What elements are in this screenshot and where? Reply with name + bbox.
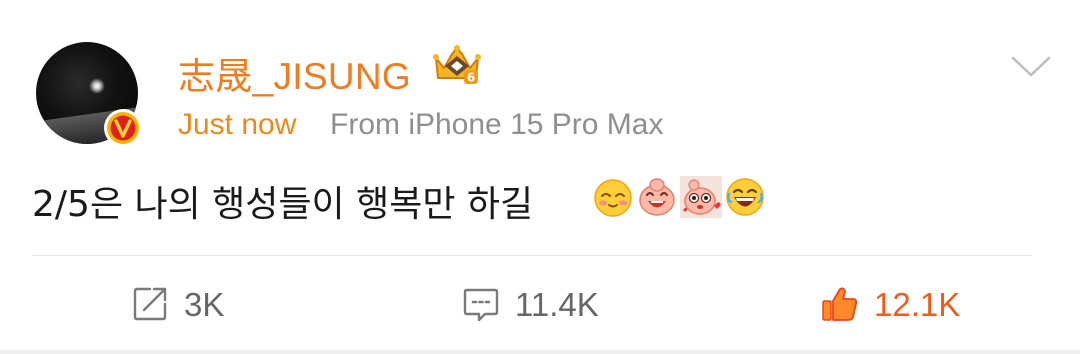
post-source: From iPhone 15 Pro Max [330,108,664,141]
cute-pig-hearts-emoji-icon [680,176,722,218]
comment-count: 11.4K [515,286,599,323]
chevron-down-icon[interactable] [1010,54,1052,80]
bottom-separator [0,350,1080,354]
crown-level-number: 6 [467,71,475,85]
comment-icon [463,288,499,322]
post-time: Just now [178,108,297,141]
post-text: 2/5은 나의 행성들이 행복만 하길 [32,184,534,225]
verified-badge-icon [104,109,142,147]
thumbs-up-icon [822,287,858,321]
grinning-tears-emoji-icon [726,178,764,216]
shy-smile-emoji-icon [594,179,632,217]
username[interactable]: 志晟_JISUNG [178,46,411,100]
repost-icon [133,287,167,321]
divider [32,255,1032,256]
laughing-pig-emoji-icon [639,178,675,216]
crown-level-icon[interactable]: 6 [430,44,484,86]
avatar-light [89,78,105,94]
like-count: 12.1K [874,286,961,323]
repost-count: 3K [184,286,225,323]
